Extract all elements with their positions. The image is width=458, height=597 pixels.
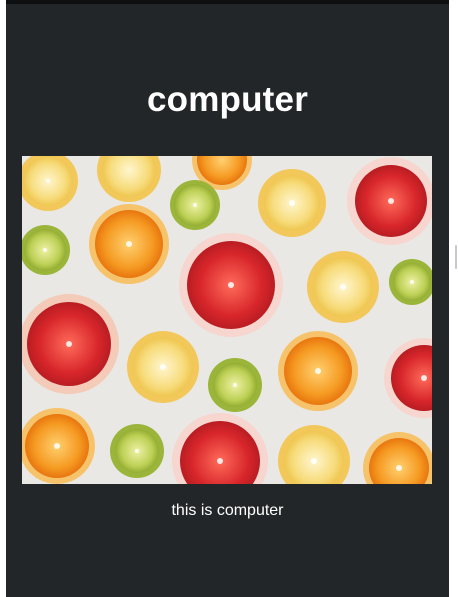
scrollbar-handle[interactable]	[455, 245, 457, 269]
top-bar	[6, 0, 449, 4]
card-title: computer	[146, 80, 309, 119]
content-card: computer this is computer	[6, 0, 449, 597]
citrus-photo	[22, 156, 432, 484]
card-caption: this is computer	[171, 502, 284, 519]
